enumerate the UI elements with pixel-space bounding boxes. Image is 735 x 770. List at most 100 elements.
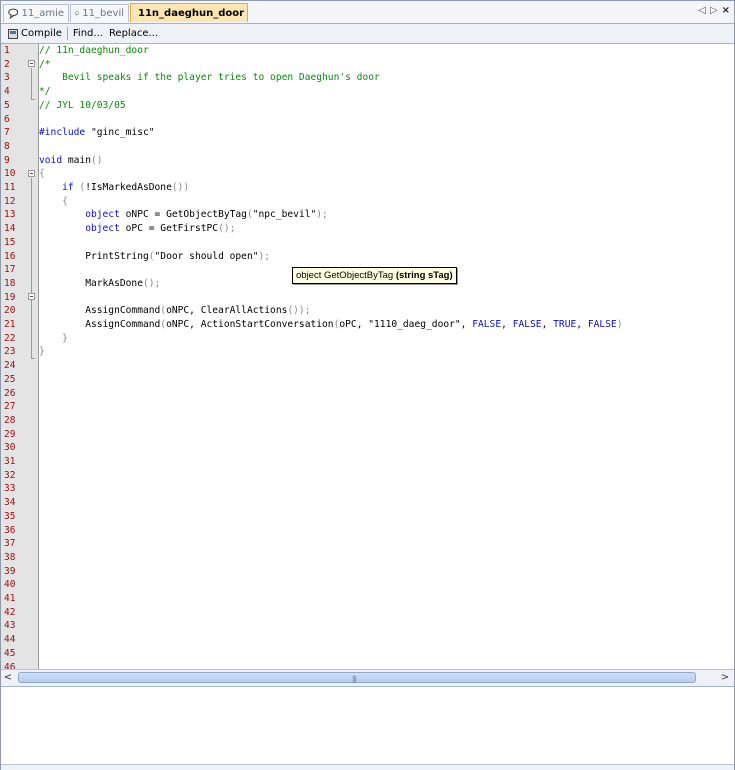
line-number: 7 (4, 127, 10, 139)
line-number: 25 (4, 373, 16, 385)
line-number: 27 (4, 401, 16, 413)
code-line-11: if (!IsMarkedAsDone()) (39, 181, 189, 195)
line-number: 30 (4, 442, 16, 454)
tab-label: 11_amie (21, 8, 64, 19)
code-editor[interactable]: 1 2 3 4 5 6 7 8 9 10 11 12 13 14 15 16 17 18 19 20 21 22 23 24 2… (1, 44, 734, 669)
code-token: oNPC = GetObjectByTag (119, 209, 247, 221)
code-token: "Door should open" (154, 250, 259, 262)
code-token: ); (316, 209, 328, 221)
line-number: 45 (4, 647, 16, 659)
code-token: PrintString (39, 250, 149, 262)
find-button[interactable]: Find... (70, 25, 106, 42)
code-token: FALSE (512, 319, 542, 330)
code-token: oPC = GetFirstPC (119, 223, 219, 235)
code-line-10: { (39, 168, 45, 180)
compiler-output-pane[interactable] (1, 686, 734, 770)
line-number: 5 (4, 99, 10, 111)
code-token: "npc_bevil" (252, 209, 317, 221)
line-number: 20 (4, 305, 16, 317)
code-token: () (91, 154, 103, 166)
line-number: 8 (4, 140, 10, 152)
code-line-22: } (39, 332, 68, 344)
pane-bottom-border (1, 764, 734, 770)
fold-toggle-icon[interactable] (28, 293, 35, 300)
line-number: 12 (4, 195, 16, 207)
line-number: 32 (4, 469, 16, 481)
line-number: 40 (4, 579, 16, 591)
line-number: 29 (4, 428, 16, 440)
fold-guide-end (31, 358, 35, 359)
scroll-left-arrow-icon[interactable]: < (1, 670, 15, 685)
scrollbar-grip: ||| (352, 675, 357, 683)
tab-navigation: ◁ ▷ × (698, 5, 730, 16)
code-token: AssignCommand (39, 305, 161, 317)
fold-guide (31, 178, 32, 358)
line-number: 9 (4, 154, 10, 166)
code-token: FALSE (587, 319, 617, 330)
close-tab-icon[interactable]: × (722, 5, 730, 16)
code-line-14: object oPC = GetFirstPC(); (39, 222, 235, 236)
tab-label: 11_bevil (82, 8, 124, 19)
horizontal-scrollbar[interactable]: < ||| > (1, 669, 734, 686)
code-line-18: MarkAsDone(); (39, 277, 160, 291)
code-token: if (39, 182, 74, 193)
line-number-gutter: 1 2 3 4 5 6 7 8 9 10 11 12 13 14 15 16 17 18 19 20 21 22 23 24 2… (1, 44, 39, 669)
line-number: 14 (4, 223, 16, 235)
code-token: !IsMarkedAsDone (85, 182, 172, 193)
line-number: 4 (4, 86, 10, 98)
line-number: 17 (4, 264, 16, 276)
line-number: 23 (4, 346, 16, 358)
tab-scroll-left-icon[interactable]: ◁ (698, 5, 706, 16)
tab-bar: 11_amie 11_bevil 11n_daeghun_door ◁ ▷ × (1, 1, 734, 24)
code-line-3: Bevil speaks if the player tries to open… (39, 72, 380, 84)
code-token: TRUE (553, 319, 577, 330)
fold-guide (31, 68, 32, 99)
find-label: Find... (72, 28, 103, 39)
speech-bubble-icon (8, 8, 19, 20)
line-number: 21 (4, 319, 16, 330)
code-token: object (39, 209, 120, 221)
tab-scroll-right-icon[interactable]: ▷ (710, 5, 718, 16)
code-token: ) (616, 319, 623, 330)
code-token: MarkAsDone (39, 277, 143, 289)
line-number: 37 (4, 538, 16, 550)
code-token: FALSE (472, 319, 502, 330)
tab-11-bevil[interactable]: 11_bevil (70, 4, 129, 22)
code-token: #include (39, 127, 86, 139)
line-number: 22 (4, 332, 16, 344)
scroll-right-arrow-icon[interactable]: > (718, 670, 732, 685)
code-line-20: AssignCommand(oNPC, ClearAllActions()); (39, 304, 310, 318)
replace-button[interactable]: Replace... (106, 25, 161, 42)
code-text-area[interactable]: // 11n_daeghun_door /* Bevil speaks if t… (39, 44, 734, 669)
code-token: , (576, 319, 588, 330)
code-line-1: // 11n_daeghun_door (39, 45, 149, 56)
tab-label: 11n_daeghun_door (138, 7, 245, 19)
compile-button[interactable]: Compile (1, 25, 65, 42)
line-number: 28 (4, 414, 16, 426)
code-line-4: */ (39, 86, 51, 98)
line-number: 46 (4, 661, 16, 670)
tab-11n-daeghun-door[interactable]: 11n_daeghun_door (130, 3, 248, 22)
fold-guide-end (31, 99, 35, 100)
line-number: 42 (4, 606, 16, 618)
code-token: , (501, 319, 513, 330)
line-number: 6 (4, 113, 10, 125)
line-number: 44 (4, 634, 16, 646)
line-number: 31 (4, 456, 16, 467)
code-token: ()); (287, 305, 311, 317)
fold-toggle-icon[interactable] (28, 170, 35, 177)
line-number: 38 (4, 551, 16, 563)
line-number: 36 (4, 524, 16, 536)
scrollbar-thumb[interactable]: ||| (18, 672, 696, 683)
toolbar-separator (66, 27, 68, 40)
line-number: 13 (4, 209, 16, 221)
line-number: 33 (4, 483, 16, 495)
code-line-21: AssignCommand(oNPC, ActionStartConversat… (39, 318, 622, 332)
code-line-12: { (39, 195, 68, 207)
compile-label: Compile (21, 28, 62, 39)
function-signature-tooltip: object GetObjectByTag (string sTag) (292, 267, 457, 284)
tab-11-amie[interactable]: 11_amie (3, 4, 69, 22)
line-number: 41 (4, 593, 16, 604)
fold-toggle-icon[interactable] (28, 60, 35, 67)
code-token: oNPC, ClearAllActions (166, 305, 288, 317)
